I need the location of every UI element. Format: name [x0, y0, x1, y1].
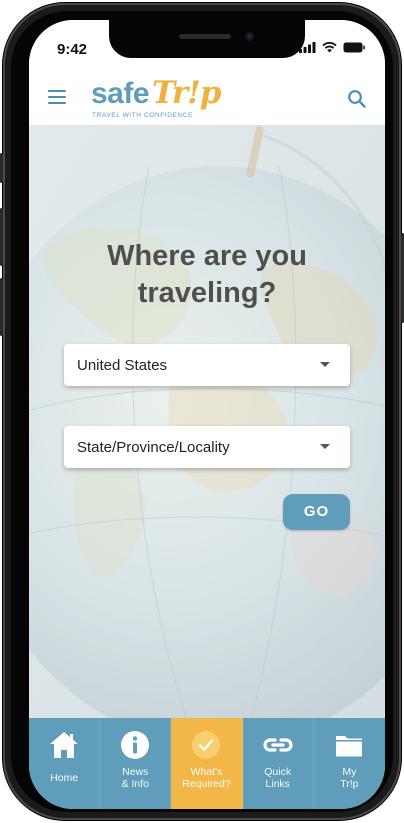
hamburger-menu-icon[interactable]: [48, 90, 66, 104]
notch: [109, 20, 305, 58]
hero-title: Where are you traveling?: [29, 238, 385, 312]
hero-title-line2: traveling?: [137, 277, 277, 309]
volume-up-button: [0, 208, 3, 266]
hero-title-line1: Where are you: [107, 240, 307, 272]
nav-label-line1: My: [342, 766, 357, 778]
nav-label-line1: News: [122, 766, 149, 778]
status-icons: [299, 42, 365, 53]
app-header: safe Tr!p TRAVEL WITH CONFIDENCE: [29, 70, 385, 126]
logo-trip-text: Tr!p: [152, 75, 221, 111]
safetrip-logo: safe Tr!p TRAVEL WITH CONFIDENCE: [91, 75, 221, 123]
nav-label-line2: Required?: [182, 778, 231, 790]
bottom-nav: Home News & Info What's Required? Quick …: [29, 718, 385, 809]
dropdown-arrow-icon: [320, 444, 330, 449]
screen: 9:42 safe Tr!p TRAVEL WITH CONFIDENCE Wh…: [29, 20, 385, 809]
nav-item-whats-required[interactable]: What's Required?: [171, 718, 243, 809]
country-select-value: United States: [77, 357, 168, 374]
nav-item-my-trip[interactable]: My Tr!p: [314, 718, 385, 809]
nav-item-news-info[interactable]: News & Info: [100, 718, 172, 809]
globe-background-image: [29, 126, 385, 718]
logo-tagline: TRAVEL WITH CONFIDENCE: [92, 112, 193, 119]
info-icon: [121, 731, 150, 759]
hero-section: Where are you traveling? United States S…: [29, 126, 385, 718]
region-select[interactable]: State/Province/Locality: [64, 426, 350, 468]
signal-icon: [299, 42, 316, 53]
home-icon: [50, 732, 79, 758]
country-select[interactable]: United States: [64, 344, 350, 386]
search-icon[interactable]: [347, 89, 367, 109]
nav-label-whats-required: What's Required?: [171, 766, 241, 790]
battery-icon: [343, 42, 365, 53]
go-button[interactable]: GO: [283, 494, 350, 530]
volume-down-button: [0, 278, 3, 336]
nav-label-home: Home: [50, 772, 79, 784]
speaker-grille: [179, 34, 231, 39]
nav-label-line1: Quick: [264, 766, 292, 778]
check-circle-icon: [192, 731, 221, 759]
nav-label-my-trip: My Tr!p: [314, 766, 385, 790]
nav-label-line2: Tr!p: [340, 778, 359, 790]
status-bar: 9:42: [29, 20, 385, 70]
nav-label-quick-links: Quick Links: [243, 766, 313, 790]
front-camera: [245, 32, 254, 41]
phone-frame: 9:42 safe Tr!p TRAVEL WITH CONFIDENCE Wh…: [0, 3, 404, 820]
nav-item-quick-links[interactable]: Quick Links: [243, 718, 314, 809]
link-icon: [263, 738, 293, 752]
logo-safe-text: safe: [91, 77, 150, 110]
mute-switch: [0, 153, 3, 183]
status-time: 9:42: [57, 41, 88, 58]
wifi-icon: [322, 42, 337, 53]
nav-item-home[interactable]: Home: [29, 718, 101, 809]
nav-label-line2: Links: [265, 778, 290, 790]
folder-icon: [336, 736, 363, 757]
dropdown-arrow-icon: [320, 362, 330, 367]
nav-label-line2: & Info: [121, 778, 149, 790]
nav-label-line1: What's: [190, 766, 223, 778]
region-select-value: State/Province/Locality: [77, 439, 230, 456]
nav-label-news-info: News & Info: [100, 766, 170, 790]
